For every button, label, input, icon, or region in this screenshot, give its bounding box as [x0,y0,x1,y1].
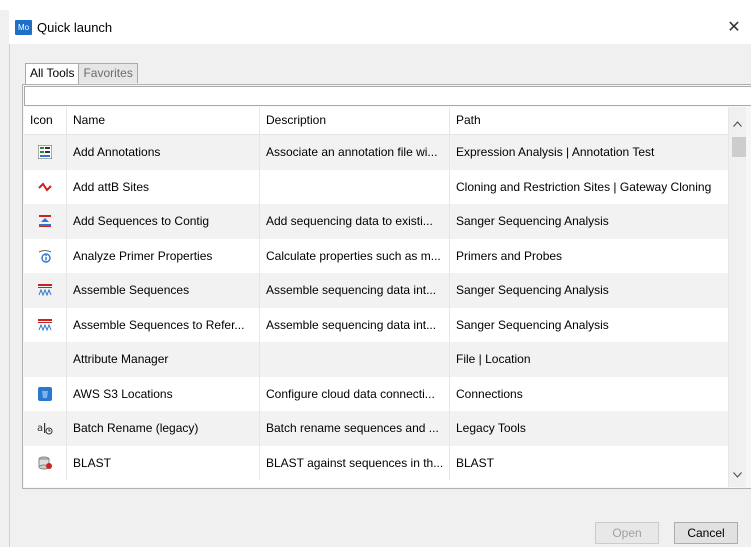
table-row[interactable]: BLAST BLAST against sequences in th... B… [24,445,728,480]
dialog-body: All Tools Favorites Icon Name Descriptio… [9,44,751,547]
row-name: Analyze Primer Properties [67,238,260,273]
attb-sites-icon [24,169,67,204]
row-description: Calculate properties such as m... [260,238,450,273]
batch-rename-icon: a [24,411,67,446]
table-row[interactable]: AWS S3 Locations Configure cloud data co… [24,376,728,411]
row-path: BLAST [456,455,495,470]
table-row[interactable]: Add Annotations Associate an annotation … [24,135,728,170]
row-description: BLAST against sequences in th... [260,445,450,480]
table-row[interactable]: Add Sequences to Contig Add sequencing d… [24,204,728,239]
tab-all-tools[interactable]: All Tools [25,63,80,84]
assemble-icon [24,273,67,308]
row-path: Cloning and Restriction Sites | Gateway … [456,179,712,194]
table-row[interactable]: Attribute Manager File | Location [24,342,728,377]
row-path: Legacy Tools [456,421,526,435]
annotation-icon [24,135,67,170]
table-row[interactable]: Assemble Sequences Assemble sequencing d… [24,273,728,308]
row-description: Add sequencing data to existi... [260,204,450,239]
table-row[interactable]: Analyze Primer Properties Calculate prop… [24,238,728,273]
vertical-scrollbar[interactable] [728,107,746,487]
row-path: Expression Analysis | Annotation Test [456,145,655,159]
primer-properties-icon [24,238,67,273]
column-header-description[interactable]: Description [260,107,450,134]
search-input[interactable] [24,86,751,106]
scroll-thumb[interactable] [732,137,746,157]
row-name: AWS S3 Locations [67,376,260,411]
table-row[interactable]: a Batch Rename (legacy) Batch rename seq… [24,411,728,446]
aws-s3-icon [24,376,67,411]
cancel-button[interactable]: Cancel [674,522,738,544]
table-row[interactable]: Add attB Sites Cloning and Restriction S… [24,169,728,204]
column-header-name[interactable]: Name [67,107,260,134]
row-name: Assemble Sequences to Refer... [67,307,260,342]
table-row[interactable]: Assemble Sequences to Refer... Assemble … [24,307,728,342]
row-name: Add Sequences to Contig [67,204,260,239]
row-description: Configure cloud data connecti... [260,376,450,411]
close-icon: ✕ [727,19,741,36]
table-body: Add Annotations Associate an annotation … [24,135,728,480]
tab-favorites[interactable]: Favorites [78,63,138,83]
row-path: Connections [456,386,523,401]
tools-panel: Icon Name Description Path Add Annotatio… [22,84,751,489]
column-header-icon[interactable]: Icon [24,107,67,134]
tab-bar: All Tools Favorites [25,63,138,84]
blast-icon [24,445,67,480]
assemble-reference-icon [24,307,67,342]
table-header: Icon Name Description Path [24,107,728,135]
row-description [260,342,450,377]
row-path: File | Location [456,352,531,366]
column-header-path[interactable]: Path [450,107,728,134]
open-button[interactable]: Open [595,522,659,544]
row-description: Assemble sequencing data int... [260,307,450,342]
app-icon: Mo [15,19,32,35]
background-strip [0,0,751,10]
scroll-up-icon[interactable] [729,115,746,132]
svg-text:a: a [37,423,43,434]
blank-icon [24,342,67,377]
contig-add-icon [24,204,67,239]
scroll-down-icon[interactable] [729,466,746,483]
row-name: BLAST [67,445,260,480]
window-title: Quick launch [37,19,113,35]
row-name: Add attB Sites [67,169,260,204]
row-name: Batch Rename (legacy) [67,411,260,446]
close-button[interactable]: ✕ [717,10,751,44]
row-path: Primers and Probes [456,248,563,263]
title-bar: Mo Quick launch ✕ [9,10,751,45]
row-name: Assemble Sequences [67,273,260,308]
row-path: Sanger Sequencing Analysis [456,214,609,228]
row-name: Attribute Manager [67,342,260,377]
row-path: Sanger Sequencing Analysis [456,283,609,297]
row-description: Batch rename sequences and ... [260,411,450,446]
tools-table: Icon Name Description Path Add Annotatio… [24,107,728,487]
row-description [260,169,450,204]
row-name: Add Annotations [67,135,260,170]
row-description: Associate an annotation file wi... [260,135,450,170]
row-description: Assemble sequencing data int... [260,273,450,308]
row-path: Sanger Sequencing Analysis [456,317,609,332]
